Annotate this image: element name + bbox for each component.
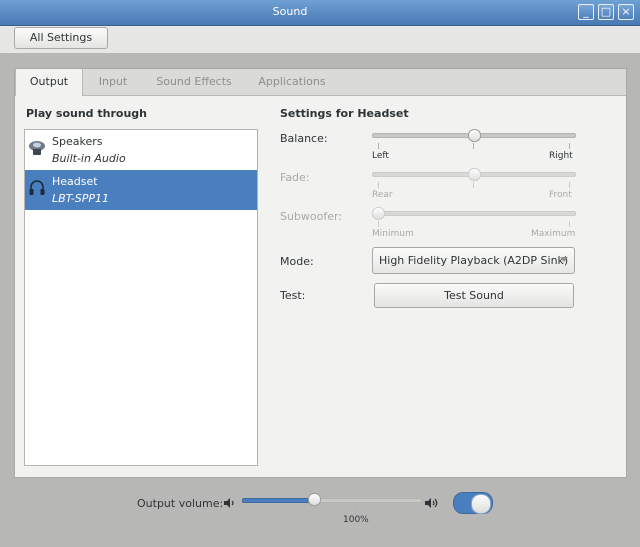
fade-slider-knob[interactable] bbox=[468, 168, 481, 181]
balance-left-label: Left bbox=[372, 151, 389, 161]
tab-input[interactable]: Input bbox=[86, 69, 140, 95]
tick bbox=[569, 182, 570, 188]
tick bbox=[569, 221, 570, 227]
output-volume-fill bbox=[242, 498, 315, 503]
chevron-down-icon bbox=[560, 257, 568, 262]
mode-selected-value: High Fidelity Playback (A2DP Sink) bbox=[379, 254, 569, 267]
test-sound-button[interactable]: Test Sound bbox=[374, 283, 574, 308]
window-title: Sound bbox=[272, 5, 308, 18]
minimize-button[interactable]: _ bbox=[578, 4, 594, 20]
subwoofer-label: Subwoofer: bbox=[280, 210, 343, 223]
close-icon: × bbox=[621, 5, 631, 18]
balance-right-label: Right bbox=[549, 151, 573, 161]
volume-high-icon bbox=[425, 498, 438, 508]
settings-heading: Settings for Headset bbox=[280, 107, 409, 120]
subwoofer-max-label: Maximum bbox=[531, 229, 576, 239]
device-description: Built-in Audio bbox=[52, 152, 126, 165]
tick bbox=[378, 221, 379, 227]
device-item-speakers[interactable]: Speakers Built-in Audio bbox=[25, 130, 257, 170]
fade-label: Fade: bbox=[280, 171, 310, 184]
fade-right-label: Front bbox=[549, 190, 572, 200]
toggle-knob[interactable] bbox=[471, 494, 491, 514]
tick bbox=[378, 143, 379, 149]
maximize-icon: □ bbox=[600, 5, 612, 18]
tick bbox=[378, 182, 379, 188]
volume-low-icon bbox=[224, 498, 234, 508]
output-volume-knob[interactable] bbox=[308, 493, 321, 506]
device-name: Speakers bbox=[52, 135, 103, 148]
subwoofer-slider-knob[interactable] bbox=[372, 207, 385, 220]
headset-icon bbox=[29, 180, 45, 195]
device-description: LBT-SPP11 bbox=[52, 192, 110, 205]
fade-left-label: Rear bbox=[372, 190, 393, 200]
test-label: Test: bbox=[280, 289, 306, 302]
mode-dropdown[interactable]: High Fidelity Playback (A2DP Sink) bbox=[372, 247, 575, 274]
tab-applications[interactable]: Applications bbox=[252, 69, 332, 95]
tick bbox=[356, 507, 357, 513]
minimize-icon: _ bbox=[583, 5, 589, 18]
speaker-icon bbox=[29, 141, 45, 155]
maximize-button[interactable]: □ bbox=[598, 4, 614, 20]
tab-sound-effects[interactable]: Sound Effects bbox=[148, 69, 240, 95]
all-settings-button[interactable]: All Settings bbox=[14, 27, 108, 49]
subwoofer-min-label: Minimum bbox=[372, 229, 414, 239]
tick bbox=[473, 182, 474, 188]
tick bbox=[473, 143, 474, 149]
play-through-heading: Play sound through bbox=[26, 107, 147, 120]
close-button[interactable]: × bbox=[618, 4, 634, 20]
device-name: Headset bbox=[52, 175, 98, 188]
subwoofer-slider[interactable] bbox=[372, 211, 576, 216]
tick bbox=[569, 143, 570, 149]
balance-label: Balance: bbox=[280, 132, 328, 145]
mode-label: Mode: bbox=[280, 255, 314, 268]
tab-output[interactable]: Output bbox=[15, 69, 83, 96]
balance-slider-knob[interactable] bbox=[468, 129, 481, 142]
device-item-headset[interactable]: Headset LBT-SPP11 bbox=[25, 170, 257, 210]
volume-100-mark: 100% bbox=[343, 515, 369, 525]
output-volume-label: Output volume: bbox=[137, 497, 224, 510]
